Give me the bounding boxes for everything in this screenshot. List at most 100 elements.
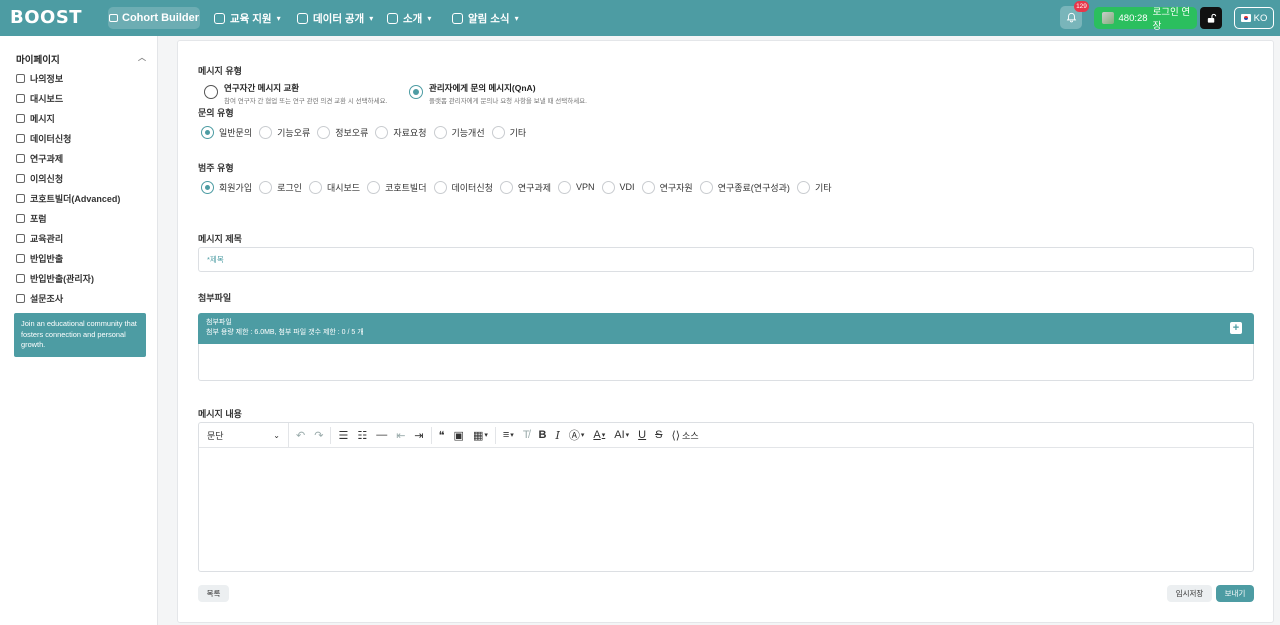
attachment-dropzone[interactable] [198,344,1254,381]
sidebar-item-forum[interactable]: 포럼 [16,211,47,225]
radio[interactable] [317,125,331,139]
category-option-cohort-builder[interactable]: 코호트빌더 [367,180,427,194]
layers-icon [16,213,25,223]
message-type-researcher[interactable]: 연구자간 메시지 교환 참여 연구자 간 협업 또는 연구 관련 의견 교환 시… [204,82,387,105]
category-option-vpn[interactable]: VPN [558,180,595,194]
cohort-builder-button[interactable]: Cohort Builder [108,7,200,29]
sidebar-item-objection[interactable]: 이의신청 [16,171,63,185]
radio-admin-qna[interactable] [409,85,423,99]
sidebar-item-import-export[interactable]: 반입반출 [16,251,63,265]
nav-education-support[interactable]: 교육 지원 ▾ [214,7,281,29]
sidebar-item-dashboard[interactable]: 대시보드 [16,91,63,105]
sidebar-item-cohort-builder-advanced[interactable]: 코호트빌더(Advanced) [16,191,120,205]
nav-data-release[interactable]: 데이터 공개 ▾ [297,7,373,29]
sidebar-item-research-project[interactable]: 연구과제 [16,151,63,165]
sidebar-item-message[interactable]: 메시지 [16,111,55,125]
table-icon[interactable]: ▦ ▾ [473,429,488,442]
radio[interactable] [201,125,214,139]
editor-content-area[interactable] [199,448,1253,571]
radio[interactable] [433,180,447,194]
highlight-icon[interactable]: Ⓐ ▾ [569,427,585,443]
radio[interactable] [201,180,214,194]
indent-icon[interactable]: ⇥ [414,429,423,442]
numbered-list-icon[interactable]: ☷ [357,429,367,442]
underline-icon[interactable]: U [638,429,646,441]
radio[interactable] [308,180,322,194]
language-button[interactable]: KO [1234,7,1274,29]
radio[interactable] [433,125,447,139]
message-type-title: 연구자간 메시지 교환 [224,83,300,93]
redo-icon[interactable]: ↷ [314,429,323,442]
category-option-other[interactable]: 기타 [796,180,832,194]
chevron-down-icon: ▾ [369,13,374,23]
language-label: KO [1253,12,1268,24]
nav-news[interactable]: 알림 소식 ▾ [452,7,519,29]
category-option-login[interactable]: 로그인 [259,180,302,194]
sidebar-item-data-request[interactable]: 데이터신청 [16,131,71,145]
radio[interactable] [796,180,810,194]
italic-icon[interactable]: I [556,429,560,442]
add-attachment-button[interactable]: + [1230,322,1242,334]
bold-icon[interactable]: B [539,429,547,441]
message-title-input[interactable] [198,247,1254,272]
radio[interactable] [375,125,389,139]
sidebar-item-label: 대시보드 [30,93,64,104]
remove-format-icon[interactable]: T̸ [523,429,530,441]
align-icon[interactable]: ≡ ▾ [503,429,514,441]
inquiry-option-function-error[interactable]: 기능오류 [259,125,310,139]
radio[interactable] [699,180,713,194]
outdent-icon[interactable]: ⇤ [396,429,405,442]
inquiry-option-info-error[interactable]: 정보오류 [317,125,368,139]
session-extend-button[interactable]: 480:28 로그인 연장 [1094,7,1197,32]
radio[interactable] [601,180,615,194]
category-option-dashboard[interactable]: 대시보드 [308,180,360,194]
inquiry-option-improvement[interactable]: 기능개선 [433,125,485,139]
source-icon: ⟨⟩ [671,429,681,442]
sidebar-item-education-admin[interactable]: 교육관리 [16,231,63,245]
radio[interactable] [367,180,381,194]
category-option-signup[interactable]: 회원가입 [201,180,252,194]
logout-button[interactable] [1200,7,1222,29]
radio[interactable] [491,125,505,139]
radio[interactable] [259,125,273,139]
layers-icon [16,233,25,243]
inquiry-option-general[interactable]: 일반문의 [201,125,252,139]
radio-researcher-exchange[interactable] [204,85,218,99]
source-button[interactable]: ⟨⟩ 소스 [671,429,698,442]
category-option-research-project[interactable]: 연구과제 [499,180,551,194]
category-option-vdi[interactable]: VDI [601,180,635,194]
sidebar-item-survey[interactable]: 설문조사 [16,291,63,305]
option-label: 데이터신청 [451,182,493,193]
undo-icon[interactable]: ↶ [296,429,305,442]
option-label: 자료요청 [393,127,427,138]
radio[interactable] [259,180,273,194]
font-size-icon[interactable]: AI ▾ [614,429,629,441]
message-type-admin-qna[interactable]: 관리자에게 문의 메시지(QnA) 플랫폼 관리자에게 문의나 요청 사항을 보… [409,82,587,105]
nav-about[interactable]: 소개 ▾ [387,7,431,29]
message-type-label: 메시지 유형 [198,66,242,76]
horizontal-line-icon[interactable]: — [376,429,387,441]
save-draft-button[interactable]: 임시저장 [1167,585,1212,602]
logo[interactable]: BOOST [10,7,82,29]
radio[interactable] [499,180,513,194]
send-button[interactable]: 보내기 [1216,585,1254,602]
sidebar-item-my-info[interactable]: 나의정보 [16,71,63,85]
inquiry-option-data-request[interactable]: 자료요청 [375,125,427,139]
sidebar-item-label: 코호트빌더(Advanced) [30,193,121,204]
radio[interactable] [558,180,572,194]
category-option-data-request[interactable]: 데이터신청 [433,180,493,194]
strikethrough-icon[interactable]: S [655,429,662,441]
category-option-research-end[interactable]: 연구종료(연구성과) [699,180,790,194]
block-quote-icon[interactable]: ❝ [439,429,445,442]
bulleted-list-icon[interactable]: ☰ [338,429,348,442]
font-color-icon[interactable]: A ▾ [593,429,605,441]
image-icon[interactable]: ▣ [454,429,464,442]
sidebar-item-import-export-admin[interactable]: 반입반출(관리자) [16,271,94,285]
paragraph-select[interactable]: 문단 ⌄ [199,422,289,448]
category-option-research-resource[interactable]: 연구자원 [641,180,693,194]
inquiry-option-other[interactable]: 기타 [491,125,526,139]
radio[interactable] [641,180,655,194]
research-icon [16,153,25,163]
sidebar-header[interactable]: 마이페이지 ︿ [16,52,146,66]
list-button[interactable]: 목록 [198,585,229,602]
